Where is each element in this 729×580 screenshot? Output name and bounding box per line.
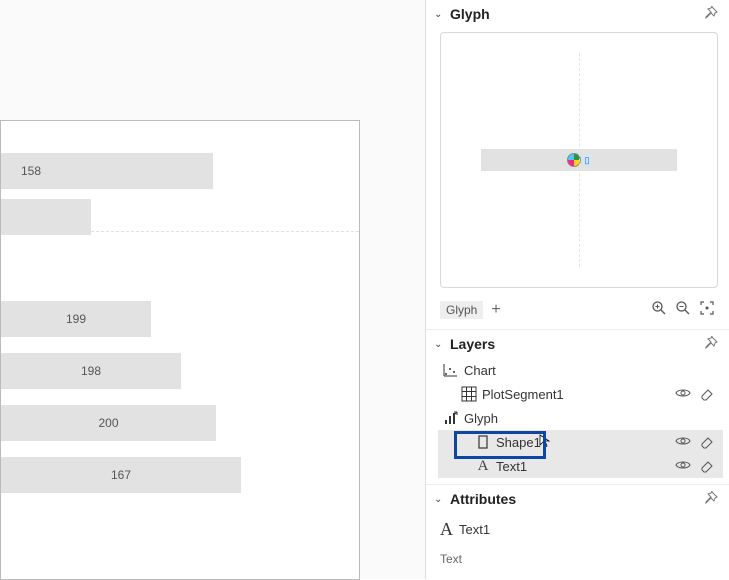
- glyph-center-marker-icon: [567, 153, 581, 167]
- grid-icon: [460, 385, 478, 403]
- fit-view-icon[interactable]: [699, 300, 715, 319]
- pin-icon[interactable]: [703, 491, 719, 507]
- chart-canvas[interactable]: 158 199 198 200 167: [0, 120, 360, 580]
- layer-glyph[interactable]: Glyph: [438, 406, 723, 430]
- layer-plot-segment[interactable]: PlotSegment1: [438, 382, 723, 406]
- chart-bar[interactable]: [1, 199, 91, 235]
- bar-value: 199: [66, 312, 86, 326]
- layer-label: Glyph: [464, 411, 498, 426]
- cursor-icon: [539, 434, 551, 451]
- layer-label: Chart: [464, 363, 496, 378]
- main-chart-area: 158 199 198 200 167: [0, 0, 425, 579]
- zoom-out-icon[interactable]: [675, 300, 691, 319]
- visibility-icon[interactable]: [675, 433, 691, 452]
- glyph-badge[interactable]: Glyph: [440, 301, 483, 319]
- attributes-section-header[interactable]: ⌄ Attributes: [426, 484, 729, 511]
- layer-text1[interactable]: A Text1: [438, 454, 723, 478]
- zoom-in-icon[interactable]: [651, 300, 667, 319]
- layers-section-title: Layers: [450, 336, 495, 352]
- chevron-down-icon: ⌄: [434, 9, 446, 20]
- layer-shape1[interactable]: Shape1: [438, 430, 723, 454]
- attributes-section-title: Attributes: [450, 491, 516, 507]
- bar-value: 167: [111, 468, 131, 482]
- eraser-icon[interactable]: [699, 457, 715, 476]
- eraser-icon[interactable]: [699, 385, 715, 404]
- attributes-object-row: A Text1: [440, 515, 715, 546]
- chart-bar[interactable]: 167: [1, 457, 241, 493]
- layer-label: PlotSegment1: [482, 387, 564, 402]
- chart-bar[interactable]: 200: [1, 405, 216, 441]
- chart-icon: [442, 361, 460, 379]
- visibility-icon[interactable]: [675, 385, 691, 404]
- chevron-down-icon: ⌄: [434, 339, 446, 350]
- chart-bar[interactable]: 199: [1, 301, 151, 337]
- rectangle-icon: [474, 433, 492, 451]
- eraser-icon[interactable]: [699, 433, 715, 452]
- glyph-binding-tag: ▯: [583, 155, 592, 166]
- attr-text-field-label: Text: [440, 552, 715, 566]
- layers-tree: Chart PlotSegment1 Glyph Shape1: [426, 356, 729, 484]
- pin-icon[interactable]: [703, 336, 719, 352]
- chart-bar[interactable]: 198: [1, 353, 181, 389]
- glyph-section-title: Glyph: [450, 6, 490, 22]
- layer-chart[interactable]: Chart: [438, 358, 723, 382]
- glyph-icon: [442, 409, 460, 427]
- glyph-section-header[interactable]: ⌄ Glyph: [426, 0, 729, 26]
- pin-icon[interactable]: [703, 6, 719, 22]
- attributes-object-name: Text1: [459, 522, 490, 537]
- layer-label: Text1: [496, 459, 527, 474]
- text-icon: A: [474, 457, 492, 475]
- visibility-icon[interactable]: [675, 457, 691, 476]
- right-panel: ⌄ Glyph ▯ Glyph + ⌄ Layers: [425, 0, 729, 579]
- layer-label: Shape1: [496, 435, 541, 450]
- chart-bar[interactable]: 158: [1, 153, 213, 189]
- bar-value: 158: [21, 164, 41, 178]
- chevron-down-icon: ⌄: [434, 494, 446, 505]
- bar-value: 198: [81, 364, 101, 378]
- attributes-body: A Text1 Text: [426, 511, 729, 570]
- bar-value: 200: [98, 416, 118, 430]
- glyph-shape-preview[interactable]: ▯: [481, 149, 677, 171]
- add-glyph-button[interactable]: +: [491, 301, 500, 319]
- glyph-toolbar: Glyph +: [426, 296, 729, 329]
- layers-section-header[interactable]: ⌄ Layers: [426, 329, 729, 356]
- glyph-editor-canvas[interactable]: ▯: [440, 32, 718, 288]
- text-icon: A: [440, 519, 453, 540]
